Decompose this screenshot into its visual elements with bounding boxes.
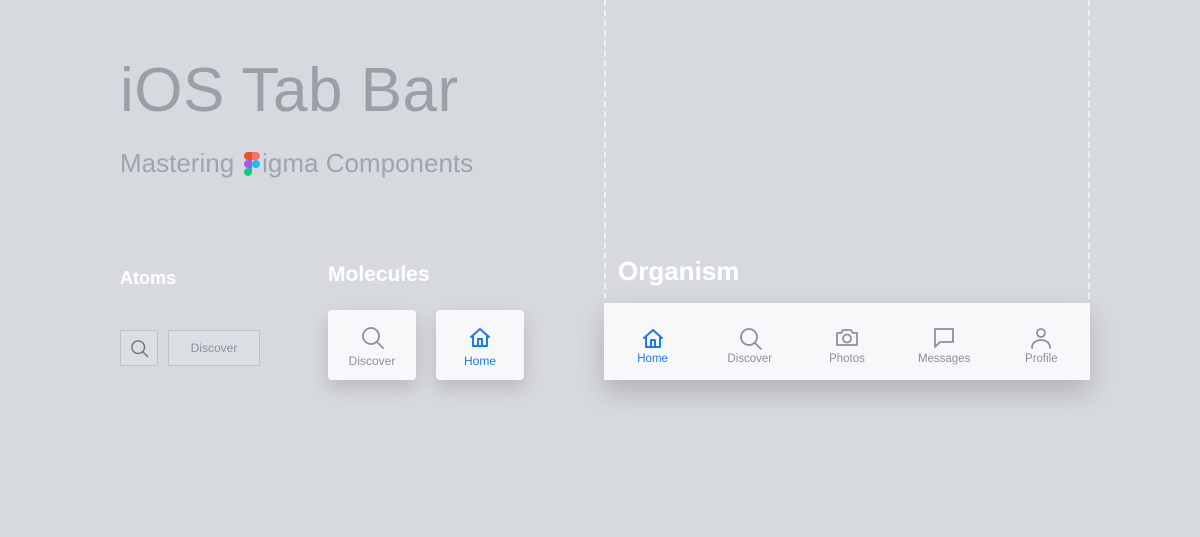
molecule-discover[interactable]: Discover [328, 310, 416, 380]
section-label-molecules: Molecules [328, 263, 430, 287]
tab-home[interactable]: Home [608, 324, 698, 365]
molecule-label: Discover [349, 354, 396, 368]
tab-label: Profile [1025, 353, 1058, 365]
subtitle-text-post: igma Components [262, 148, 473, 179]
search-icon [128, 337, 150, 359]
atoms-group: Discover [120, 330, 260, 366]
tab-label: Home [637, 353, 668, 365]
atom-icon-tile[interactable] [120, 330, 158, 366]
tab-messages[interactable]: Messages [899, 324, 989, 365]
search-icon [736, 324, 764, 352]
tab-label: Discover [727, 353, 772, 365]
tab-profile[interactable]: Profile [996, 324, 1086, 365]
tab-bar: Home Discover Photos Messages Profile [604, 303, 1090, 380]
atom-label-text: Discover [191, 341, 238, 355]
subtitle-text-pre: Mastering [120, 148, 234, 179]
tab-discover[interactable]: Discover [705, 324, 795, 365]
page-title: iOS Tab Bar [120, 55, 459, 126]
tab-label: Photos [829, 353, 865, 365]
tab-label: Messages [918, 353, 970, 365]
atom-label-tile[interactable]: Discover [168, 330, 260, 366]
tab-photos[interactable]: Photos [802, 324, 892, 365]
camera-icon [833, 324, 861, 352]
section-label-atoms: Atoms [120, 268, 176, 289]
home-icon [639, 324, 667, 352]
molecule-label: Home [464, 354, 496, 368]
figma-logo-icon: igma Components [242, 148, 473, 179]
molecules-group: Discover Home [328, 310, 524, 380]
message-icon [930, 324, 958, 352]
search-icon [358, 323, 386, 351]
profile-icon [1027, 324, 1055, 352]
page-subtitle: Mastering igma Components [120, 148, 473, 179]
molecule-home[interactable]: Home [436, 310, 524, 380]
home-icon [466, 323, 494, 351]
